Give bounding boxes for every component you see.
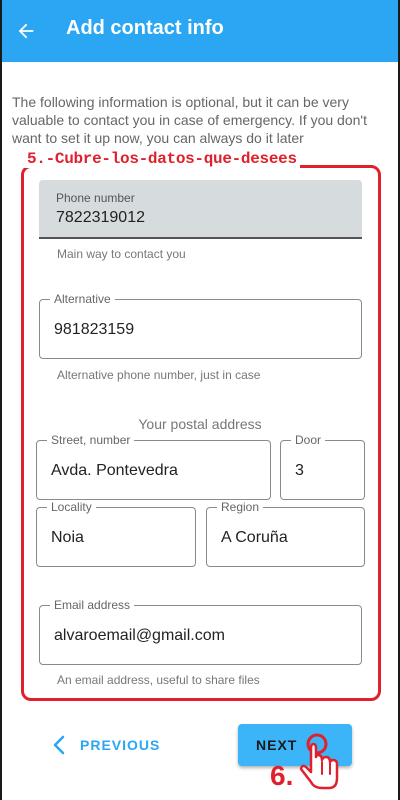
door-value: 3 <box>295 462 304 479</box>
phone-field-value: 7822319012 <box>56 209 145 226</box>
screen: Add contact info The following informati… <box>2 0 398 800</box>
email-label: Email address <box>50 598 135 612</box>
phone-field-label: Phone number <box>56 191 135 205</box>
alternative-phone-label: Alternative <box>50 292 115 306</box>
alternative-phone-helper: Alternative phone number, just in case <box>57 368 261 382</box>
app-bar: Add contact info <box>2 0 398 62</box>
street-value: Avda. Pontevedra <box>51 462 178 479</box>
annotation-step5: 5.-Cubre-los-datos-que-desees <box>24 150 300 168</box>
region-field[interactable]: Region A Coruña <box>206 500 365 567</box>
street-field[interactable]: Street, number Avda. Pontevedra <box>36 433 271 500</box>
region-value: A Coruña <box>221 529 288 546</box>
alternative-phone-value: 981823159 <box>54 321 135 338</box>
intro-text: The following information is optional, b… <box>12 94 367 146</box>
locality-value: Noia <box>51 529 84 546</box>
chevron-left-icon <box>53 735 65 755</box>
arrow-left-icon <box>18 23 34 39</box>
email-field[interactable]: Email address alvaroemail@gmail.com <box>39 598 362 665</box>
door-label: Door <box>291 433 326 447</box>
page-title: Add contact info <box>66 17 224 39</box>
back-button[interactable] <box>8 13 44 49</box>
hand-pointer-icon <box>299 733 339 790</box>
door-field[interactable]: Door 3 <box>280 433 365 500</box>
email-value: alvaroemail@gmail.com <box>54 627 225 644</box>
phone-helper: Main way to contact you <box>57 247 186 261</box>
alternative-phone-field[interactable]: Alternative 981823159 <box>39 292 362 359</box>
locality-field[interactable]: Locality Noia <box>36 500 196 567</box>
postal-address-heading: Your postal address <box>138 416 262 432</box>
previous-button[interactable]: PREVIOUS <box>52 725 182 765</box>
street-label: Street, number <box>47 433 135 447</box>
annotation-step6: 6. <box>270 760 294 791</box>
phone-field[interactable]: Phone number 7822319012 <box>39 180 362 239</box>
region-label: Region <box>217 500 264 514</box>
locality-label: Locality <box>47 500 96 514</box>
previous-label: PREVIOUS <box>80 737 161 753</box>
email-helper: An email address, useful to share files <box>57 673 260 687</box>
next-label: NEXT <box>256 737 298 753</box>
